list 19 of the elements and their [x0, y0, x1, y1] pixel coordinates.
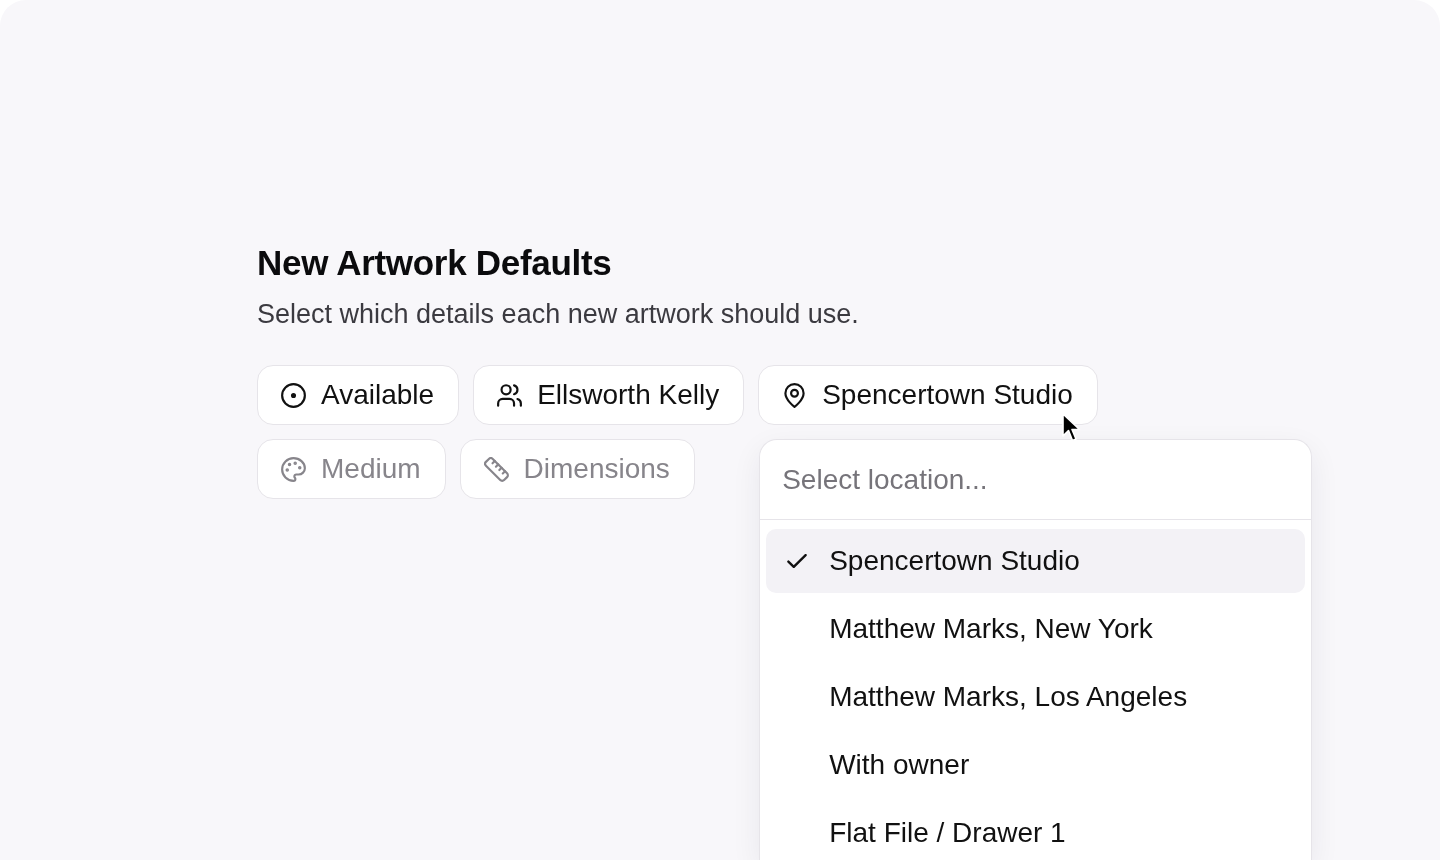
section-description: Select which details each new artwork should use. [257, 298, 859, 331]
menu-option[interactable]: Spencertown Studio [766, 529, 1306, 593]
palette-icon [281, 456, 306, 482]
map-pin-icon [782, 382, 808, 408]
chip-button[interactable]: Ellsworth Kelly [473, 365, 745, 425]
menu-option[interactable]: Flat File / Drawer 1 [766, 801, 1306, 860]
chip-button[interactable]: Spencertown Studio [758, 365, 1098, 425]
ruler-icon [483, 456, 509, 482]
users-icon [497, 382, 523, 408]
circle-dot-icon [281, 382, 306, 408]
menu-option[interactable]: With owner [766, 733, 1306, 797]
chip-button[interactable]: Dimensions [459, 439, 695, 499]
check-icon [787, 554, 808, 568]
section-title: New Artwork Defaults [257, 242, 612, 284]
chip-button[interactable]: Available [257, 365, 460, 425]
search-field[interactable]: Select location... [760, 440, 1312, 520]
chip-button[interactable]: Medium [257, 439, 446, 499]
menu-option[interactable]: Matthew Marks, New York [766, 597, 1306, 661]
menu-option[interactable]: Matthew Marks, Los Angeles [766, 665, 1306, 729]
